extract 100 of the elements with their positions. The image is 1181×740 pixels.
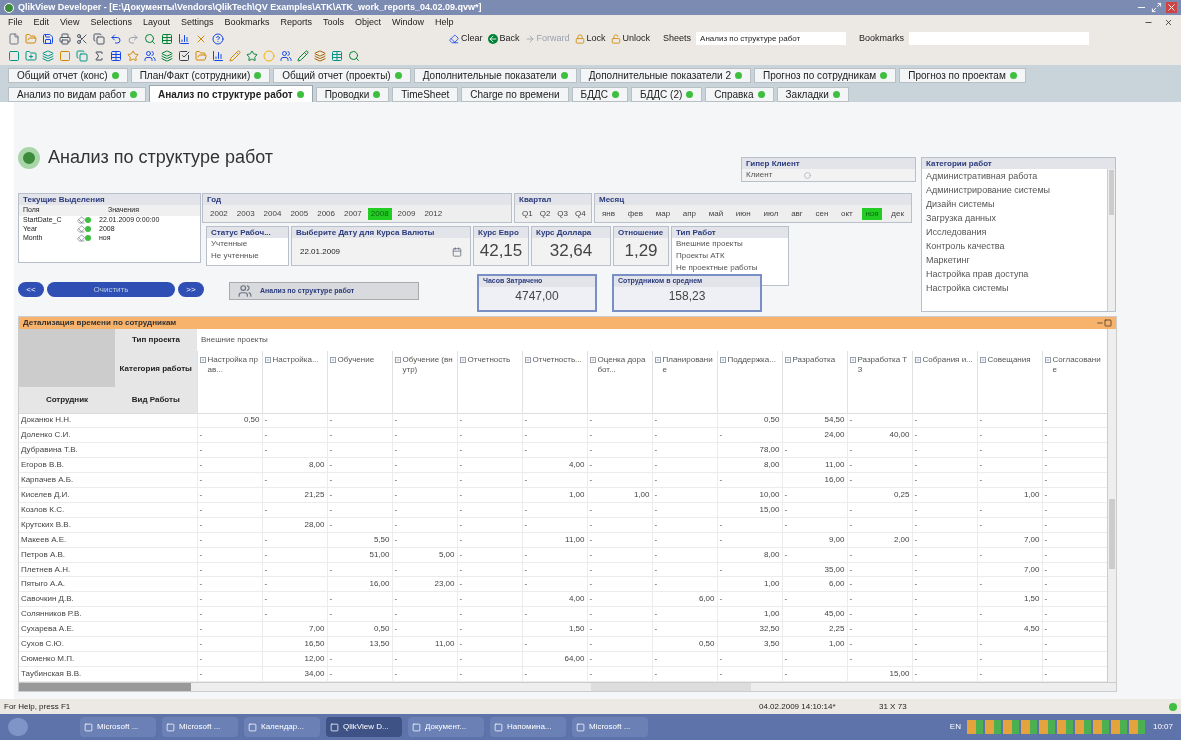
list-item[interactable]: 2002: [207, 207, 231, 220]
list-item[interactable]: 2008: [367, 207, 392, 220]
taskbar-item[interactable]: Документ...: [408, 717, 484, 737]
start-button[interactable]: [8, 718, 28, 736]
sheet-dropdown[interactable]: Анализ по структуре работ: [696, 32, 847, 45]
close-icon[interactable]: [1166, 2, 1177, 13]
menu-item[interactable]: Selections: [90, 15, 132, 30]
maximize-icon[interactable]: [1151, 2, 1162, 13]
menu-item[interactable]: Object: [355, 15, 382, 30]
sheet-tab[interactable]: Прогноз по сотрудникам: [754, 68, 897, 83]
taskbar-item[interactable]: Напомина...: [490, 717, 566, 737]
printer-icon[interactable]: [59, 32, 71, 45]
taskbar-item[interactable]: QlikView D...: [326, 717, 402, 737]
list-item[interactable]: 2003: [233, 207, 258, 220]
search-icon[interactable]: [348, 50, 360, 62]
list-item[interactable]: Загрузка данных: [922, 211, 1107, 225]
expand-icon[interactable]: [264, 357, 271, 363]
undo-icon[interactable]: [110, 32, 122, 45]
folder-icon[interactable]: [25, 32, 37, 45]
bar-chart-icon[interactable]: [178, 32, 190, 45]
column-header[interactable]: Согласование: [1052, 355, 1105, 375]
box-icon[interactable]: [8, 50, 20, 62]
list-item[interactable]: 2009: [394, 207, 419, 220]
list-item[interactable]: Q2: [536, 207, 554, 220]
list-item[interactable]: окт: [838, 207, 856, 220]
eraser-icon[interactable]: [77, 234, 85, 242]
expand-icon[interactable]: [849, 357, 856, 363]
list-item[interactable]: Контроль качества: [922, 239, 1107, 253]
search-icon[interactable]: [144, 32, 156, 45]
expand-icon[interactable]: [459, 357, 466, 363]
list-item[interactable]: июл: [760, 207, 782, 220]
clear-button[interactable]: Очистить: [47, 282, 175, 297]
layers-icon[interactable]: [314, 50, 326, 62]
column-header[interactable]: Поддержка...: [727, 355, 776, 365]
list-item[interactable]: Q3: [554, 207, 571, 220]
checkbox-icon[interactable]: [178, 50, 190, 62]
sheet-tab[interactable]: Charge по времени: [461, 87, 569, 102]
system-tray-icons[interactable]: [966, 720, 1147, 734]
sheet-tab[interactable]: БДДС: [571, 87, 628, 102]
expand-icon[interactable]: [394, 357, 401, 363]
list-item[interactable]: Настройка прав доступа: [922, 267, 1107, 281]
list-item[interactable]: Проекты АТК: [672, 250, 788, 262]
redo-icon[interactable]: [127, 32, 139, 45]
list-item[interactable]: фев: [624, 207, 646, 220]
expand-icon[interactable]: [654, 357, 661, 363]
column-header[interactable]: Отчетность...: [532, 355, 582, 365]
taskbar-item[interactable]: Microsoft ...: [162, 717, 238, 737]
column-header[interactable]: Планирование: [662, 355, 715, 375]
column-header[interactable]: Обучение (внутр): [402, 355, 455, 375]
layers-icon[interactable]: [42, 50, 54, 62]
expand-icon[interactable]: [199, 357, 206, 363]
column-header[interactable]: Обучение: [337, 355, 375, 365]
maximize-icon[interactable]: [1104, 319, 1112, 327]
menu-item[interactable]: Help: [435, 15, 454, 30]
close-icon[interactable]: [1164, 18, 1173, 27]
menu-item[interactable]: Reports: [280, 15, 312, 30]
scrollbar[interactable]: [19, 682, 1116, 691]
list-item[interactable]: Внешние проекты: [672, 238, 788, 250]
list-item[interactable]: Учтенные: [207, 238, 288, 250]
table-icon[interactable]: [110, 50, 122, 62]
expand-icon[interactable]: [524, 357, 531, 363]
column-header[interactable]: Разработка: [792, 355, 836, 365]
star-icon[interactable]: [127, 50, 139, 62]
sheet-tab[interactable]: План/Факт (сотрудники): [130, 68, 271, 83]
forward-button[interactable]: >>: [178, 282, 204, 297]
sheet-tab[interactable]: Справка: [705, 87, 774, 102]
list-item[interactable]: июн: [732, 207, 754, 220]
list-item[interactable]: Не учтенные: [207, 250, 288, 262]
eraser-icon[interactable]: [77, 216, 85, 224]
expand-icon[interactable]: [1044, 357, 1051, 363]
expand-icon[interactable]: [914, 357, 921, 363]
list-item[interactable]: май: [705, 207, 727, 220]
sheet-tab[interactable]: Дополнительные показатели: [413, 68, 577, 83]
list-item[interactable]: 2012: [421, 207, 446, 220]
users-icon[interactable]: [144, 50, 156, 62]
language-indicator[interactable]: EN: [949, 721, 961, 733]
sheet-tab[interactable]: Общий отчет (проекты): [273, 68, 411, 83]
expand-icon[interactable]: [589, 357, 596, 363]
layers-icon[interactable]: [161, 50, 173, 62]
column-header[interactable]: Настройка прав...: [207, 355, 260, 375]
sheet-tab[interactable]: Закладки: [776, 87, 849, 102]
menu-item[interactable]: View: [60, 15, 80, 30]
menu-item[interactable]: Window: [392, 15, 425, 30]
list-item[interactable]: Не проектные работы: [672, 262, 788, 274]
list-item[interactable]: Маркетинг: [922, 253, 1107, 267]
list-item[interactable]: 2006: [314, 207, 338, 220]
copy-icon[interactable]: [76, 50, 88, 62]
sheet-tab[interactable]: Дополнительные показатели 2: [579, 68, 752, 83]
menu-item[interactable]: Bookmarks: [224, 15, 270, 30]
sheet-tab[interactable]: Прогноз по проектам: [899, 68, 1026, 83]
new-file-icon[interactable]: [8, 32, 20, 45]
list-item[interactable]: Настройка системы: [922, 281, 1107, 295]
unlock-button[interactable]: Unlock: [610, 31, 651, 46]
calendar-icon[interactable]: [452, 246, 462, 257]
sigma-icon[interactable]: [93, 50, 105, 62]
list-item[interactable]: янв: [599, 207, 618, 220]
bar-chart-icon[interactable]: [212, 50, 224, 62]
folder-icon[interactable]: [195, 50, 207, 62]
column-header[interactable]: Отчетность: [467, 355, 511, 365]
taskbar-item[interactable]: Microsoft ...: [80, 717, 156, 737]
